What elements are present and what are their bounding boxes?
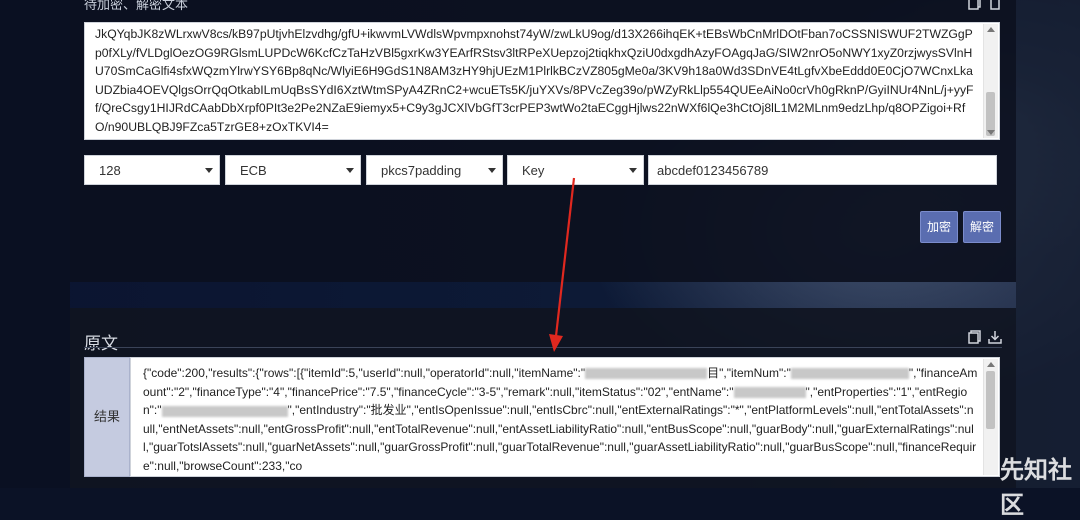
watermark: 先知社区 [1000, 457, 1072, 519]
annotation-arrow [549, 177, 576, 352]
